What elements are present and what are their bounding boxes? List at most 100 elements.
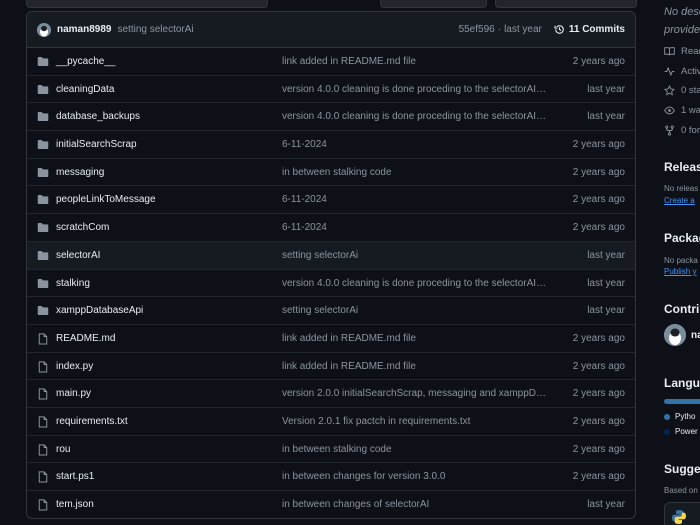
language-python[interactable]: Pytho [664,412,695,421]
commit-message-link[interactable]: setting selectorAi [282,305,547,316]
python-logo-icon [672,510,686,524]
commit-message-link[interactable]: link added in README.md file [282,56,547,67]
commit-message-link[interactable]: link added in README.md file [282,333,547,344]
language-powershell[interactable]: Power [664,427,698,436]
contributor-name[interactable]: na [691,330,700,341]
file-row[interactable]: scratchCom 6-11-2024 2 years ago [27,214,635,242]
commit-author[interactable]: naman8989 [57,24,111,35]
file-row[interactable]: rou in between stalking code 2 years ago [27,436,635,464]
file-row[interactable]: requirements.txt Version 2.0.1 fix pactch… [27,408,635,436]
file-name-link[interactable]: __pycache__ [56,56,116,67]
folder-icon [37,194,49,205]
readme-link[interactable]: Read [664,44,700,58]
file-name-link[interactable]: tem.json [56,499,94,510]
file-row[interactable]: main.py version 2.0.0 initialSearchScrap,… [27,380,635,408]
file-name-link[interactable]: README.md [56,333,115,344]
file-name-link[interactable]: rou [56,444,70,455]
file-name-link[interactable]: scratchCom [56,222,109,233]
separator-dot: · [497,24,502,35]
file-row[interactable]: initialSearchScrap 6-11-2024 2 years ago [27,131,635,159]
file-list: __pycache__ link added in README.md file 2… [27,48,635,518]
file-row[interactable]: index.py link added in README.md file 2 ye… [27,353,635,381]
file-row[interactable]: README.md link added in README.md file 2 y… [27,325,635,353]
file-row[interactable]: selectorAI setting selectorAi last year [27,241,635,270]
commit-time: last year [504,24,542,35]
commits-count-label: 11 Commits [568,24,625,35]
commit-message[interactable]: setting selectorAi [117,24,193,35]
file-name-link[interactable]: stalking [56,278,90,289]
commit-message-link[interactable]: 6-11-2024 [282,222,547,233]
file-name-link[interactable]: database_backups [56,111,140,122]
folder-icon [37,56,49,67]
commit-age: 2 years ago [572,388,625,400]
book-icon [664,46,675,55]
watchers-link[interactable]: 1 wa [664,103,700,117]
commit-age: 2 years ago [572,360,625,372]
activity-link[interactable]: Activ [664,64,700,78]
commit-message-link[interactable]: version 4.0.0 cleaning is done proceding… [282,84,547,95]
commit-message-link[interactable]: 6-11-2024 [282,139,547,150]
packages-note: No packa [664,256,698,265]
file-row[interactable]: cleaningData version 4.0.0 cleaning is do… [27,76,635,104]
file-name-link[interactable]: peopleLinkToMessage [56,194,156,205]
commits-link[interactable]: 11 Commits [554,24,625,35]
suggested-heading: Sugges [664,462,700,476]
file-name-link[interactable]: selectorAI [56,250,100,261]
contributor[interactable]: na [664,324,700,346]
folder-icon [37,111,49,122]
commit-age: 2 years ago [572,332,625,344]
file-row[interactable]: stalking version 4.0.0 cleaning is done p… [27,270,635,298]
star-icon [664,84,675,95]
file-name-link[interactable]: start.ps1 [56,471,94,482]
folder-icon [37,305,49,316]
commit-age: last year [587,277,625,289]
commit-message-link[interactable]: in between changes of selectorAI [282,499,547,510]
file-row[interactable]: tem.json in between changes of selectorAI… [27,491,635,518]
top-buttons [0,0,660,8]
contributors-heading[interactable]: Contrib [664,302,700,316]
commit-message-link[interactable]: in between stalking code [282,444,547,455]
file-row[interactable]: peopleLinkToMessage 6-11-2024 2 years ago [27,186,635,215]
file-name-link[interactable]: initialSearchScrap [56,139,137,150]
commit-age: 2 years ago [572,222,625,234]
file-icon [37,416,49,428]
file-row[interactable]: database_backups version 4.0.0 cleaning i… [27,103,635,132]
commit-message-link[interactable]: version 4.0.0 cleaning is done proceding… [282,111,547,122]
commit-hash[interactable]: 55ef596 [459,24,495,35]
readme-label: Read [681,45,700,57]
suggested-workflow-card[interactable] [664,502,700,525]
go-to-file-button[interactable] [26,0,268,8]
commit-message-link[interactable]: setting selectorAi [282,250,547,261]
file-name-link[interactable]: cleaningData [56,84,114,95]
commit-message-link[interactable]: version 4.0.0 cleaning is done proceding… [282,278,547,289]
author-avatar[interactable] [37,22,51,37]
contributor-avatar[interactable] [664,324,686,346]
commit-message-link[interactable]: Version 2.0.1 fix pactch in requirements… [282,416,547,427]
file-icon [37,333,49,345]
file-name-link[interactable]: xamppDatabaseApi [56,305,143,316]
add-file-button[interactable] [380,0,487,8]
file-name-link[interactable]: messaging [56,167,104,178]
packages-heading[interactable]: Packag [664,231,700,245]
file-row[interactable]: start.ps1 in between changes for version … [27,463,635,491]
commit-message-link[interactable]: in between changes for version 3.0.0 [282,471,547,482]
file-row[interactable]: __pycache__ link added in README.md file 2… [27,48,635,76]
commit-message-link[interactable]: version 2.0.0 initialSearchScrap, messag… [282,388,547,399]
create-release-link[interactable]: Create a [664,196,695,205]
commit-message-link[interactable]: 6-11-2024 [282,194,547,205]
file-icon [37,499,49,511]
file-row[interactable]: xamppDatabaseApi setting selectorAi last y… [27,297,635,325]
file-row[interactable]: messaging in between stalking code 2 years… [27,159,635,187]
commit-age: 2 years ago [572,166,625,178]
stars-link[interactable]: 0 sta [664,83,700,97]
file-name-link[interactable]: main.py [56,388,91,399]
file-name-link[interactable]: requirements.txt [56,416,128,427]
publish-package-link[interactable]: Publish y [664,267,696,276]
file-name-link[interactable]: index.py [56,361,93,372]
code-button[interactable] [495,0,637,8]
commit-message-link[interactable]: link added in README.md file [282,361,547,372]
releases-heading[interactable]: Releas [664,160,700,174]
commit-message-link[interactable]: in between stalking code [282,167,547,178]
commit-age: last year [587,83,625,95]
forks-link[interactable]: 0 for [664,123,700,137]
